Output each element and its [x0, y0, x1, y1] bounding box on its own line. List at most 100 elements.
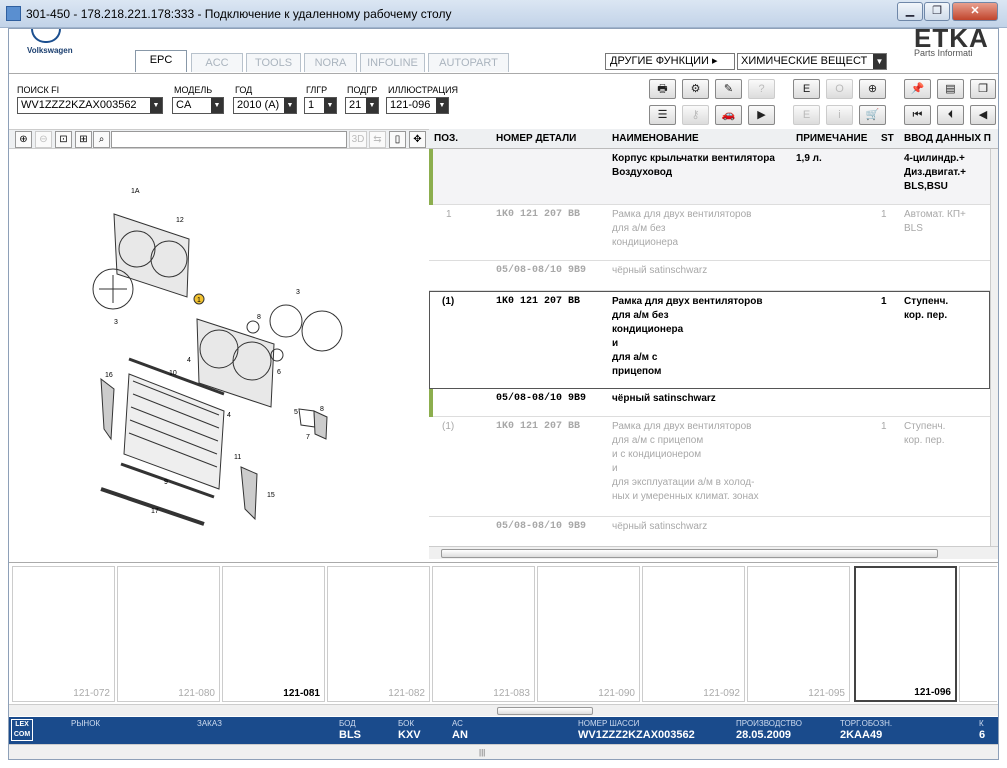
zoom-in-icon[interactable]: ⊕ — [15, 131, 32, 148]
selection-bar: ПОИСК FI WV1ZZZ2KZAX003562 ▼ МОДЕЛЬ CA ▼ Г… — [9, 73, 998, 129]
col-note[interactable]: ПРИМЕЧАНИЕ — [796, 130, 867, 148]
col-name[interactable]: НАИМЕНОВАНИЕ — [612, 130, 699, 148]
first-page-button[interactable]: ⏮ — [904, 105, 931, 125]
scroll-thumb[interactable] — [497, 707, 593, 715]
thumbnail[interactable]: 121-080 — [117, 566, 220, 702]
elsa-button[interactable]: E — [793, 79, 820, 99]
image-search-input[interactable] — [111, 131, 347, 148]
thumbnail-current[interactable]: 121-096 — [854, 566, 957, 702]
layout-icon[interactable]: ▯ — [389, 131, 406, 148]
zoom-area-icon[interactable]: ⊞ — [75, 131, 92, 148]
tab-nora[interactable]: NORA — [304, 53, 357, 72]
scroll-grip[interactable]: ||| — [479, 748, 485, 757]
notes-button[interactable]: ▤ — [937, 79, 964, 99]
thumbnail[interactable]: 121-081 — [222, 566, 325, 702]
chevron-down-icon[interactable]: ▼ — [150, 98, 162, 113]
window-horizontal-scrollbar[interactable]: ||| — [9, 744, 998, 759]
callout-label: 9 — [164, 479, 168, 486]
key-button[interactable]: ⚷ — [682, 105, 709, 125]
chemicals-select[interactable]: ХИМИЧЕСКИЕ ВЕЩЕСТ ▼ — [737, 53, 887, 70]
cart-button[interactable]: 🛒 — [859, 105, 886, 125]
thumbnail[interactable]: 121-072 — [12, 566, 115, 702]
part-st: 1 — [881, 296, 887, 307]
thumbnail[interactable]: 121-090 — [537, 566, 640, 702]
thumbnail[interactable]: 121-082 — [327, 566, 430, 702]
vin-field[interactable]: WV1ZZZ2KZAX003562 ▼ — [17, 97, 163, 114]
pin-button[interactable]: 📌 — [904, 79, 931, 99]
split-view-icon[interactable]: ⇆ — [369, 131, 386, 148]
tab-epc[interactable]: EPC — [135, 50, 187, 72]
zoom-out-icon[interactable]: ⊖ — [35, 131, 52, 148]
offroad-button[interactable]: O — [826, 79, 853, 99]
scroll-thumb[interactable] — [441, 549, 938, 558]
model-select[interactable]: CA ▼ — [172, 97, 224, 114]
main-group-value: 1 — [308, 99, 315, 111]
table-vertical-scrollbar[interactable] — [990, 149, 998, 549]
part-name: чёрный satinschwarz — [612, 521, 708, 532]
play-button[interactable]: ▶ — [748, 105, 775, 125]
table-row[interactable]: 05/08-08/10 9B9 чёрный satinschwarz — [429, 389, 990, 417]
thumbnail[interactable]: 121-083 — [432, 566, 535, 702]
as-label: АС — [452, 719, 463, 728]
thumbnail[interactable]: 121-092 — [642, 566, 745, 702]
table-row[interactable]: 05/08-08/10 9B9 чёрный satinschwarz — [429, 261, 990, 291]
parts-illustration[interactable]: 1A 12 1 3 8 3 4 6 10 16 4 5 7 8 11 9 15 … — [9, 149, 427, 561]
table-horizontal-scrollbar[interactable] — [429, 546, 998, 559]
window-titlebar: 301-450 - 178.218.221.178:333 - Подключе… — [0, 0, 1007, 28]
part-pos: (1) — [442, 421, 455, 432]
elsa-disabled-button[interactable]: E — [793, 105, 820, 125]
tab-infoline[interactable]: INFOLINE — [360, 53, 425, 72]
table-row[interactable]: Корпус крыльчатки вентилятора Воздуховод… — [429, 149, 990, 205]
chevron-down-icon[interactable]: ▼ — [366, 98, 378, 113]
zoom-fit-icon[interactable]: ⊡ — [55, 131, 72, 148]
table-row[interactable]: 05/08-08/10 9B9 чёрный satinschwarz — [429, 517, 990, 547]
tab-acc[interactable]: ACC — [191, 53, 243, 72]
part-st: 1 — [881, 209, 887, 220]
illustration-select[interactable]: 121-096 ▼ — [386, 97, 449, 114]
col-partno[interactable]: НОМЕР ДЕТАЛИ — [496, 130, 576, 148]
col-pos[interactable]: ПОЗ. — [434, 130, 458, 148]
main-group-select[interactable]: 1 ▼ — [304, 97, 337, 114]
table-row-selected[interactable]: (1) 1K0 121 207 BB Рамка для двух вентил… — [429, 291, 990, 389]
copy-button[interactable]: ❐ — [970, 79, 996, 99]
thumbnail-scrollbar[interactable] — [9, 704, 998, 716]
maximize-button[interactable]: ❐ — [924, 2, 950, 21]
info-disabled-button[interactable]: i — [826, 105, 853, 125]
vehicle-button[interactable]: 🚗 — [715, 105, 742, 125]
chevron-down-icon[interactable]: ▼ — [873, 54, 886, 69]
sub-group-select[interactable]: 21 ▼ — [345, 97, 379, 114]
col-entry[interactable]: ВВОД ДАННЫХ П — [904, 130, 991, 148]
search-help-button[interactable]: ? — [748, 79, 775, 99]
chevron-down-icon[interactable]: ▼ — [436, 98, 448, 113]
cart-add-button[interactable]: ⊕ — [859, 79, 886, 99]
col-st[interactable]: ST — [881, 130, 894, 148]
other-functions-menu[interactable]: ДРУГИЕ ФУНКЦИИ ▸ — [605, 53, 735, 70]
vw-brand-text: Volkswagen — [27, 46, 73, 55]
tools-button[interactable]: ✎ — [715, 79, 742, 99]
list-button[interactable]: ☰ — [649, 105, 676, 125]
table-row[interactable]: 1 1K0 121 207 BB Рамка для двух вентилят… — [429, 205, 990, 261]
callout-label: 4 — [187, 357, 191, 364]
move-icon[interactable]: ✥ — [409, 131, 426, 148]
chevron-down-icon[interactable]: ▼ — [284, 98, 296, 113]
thumbnail[interactable]: 121-095 — [747, 566, 850, 702]
callout-label: 1A — [131, 188, 140, 195]
chevron-down-icon[interactable]: ▼ — [324, 98, 336, 113]
chevron-down-icon[interactable]: ▼ — [211, 98, 223, 113]
callout-label: 8 — [320, 406, 324, 413]
year-select[interactable]: 2010 (A) ▼ — [233, 97, 297, 114]
table-row[interactable]: (1) 1K0 121 207 BB Рамка для двух вентил… — [429, 417, 990, 517]
tab-tools[interactable]: TOOLS — [246, 53, 301, 72]
thumbnail-label: 121-082 — [388, 688, 425, 699]
previous-page-button[interactable]: ⏴ — [937, 105, 964, 125]
print-button[interactable]: 🖶 — [649, 79, 676, 99]
service-button[interactable]: ⚙ — [682, 79, 709, 99]
thumbnail-partial[interactable] — [959, 566, 997, 702]
close-button[interactable]: ✕ — [952, 2, 998, 21]
tab-autopart[interactable]: AUTOPART — [428, 53, 509, 72]
minimize-button[interactable]: ▁ — [897, 2, 923, 21]
search-icon[interactable]: ⌕ — [93, 131, 110, 148]
back-button[interactable]: ◀ — [970, 105, 996, 125]
bok-label: БОК — [398, 719, 415, 728]
3d-view-icon[interactable]: 3D — [349, 131, 367, 148]
